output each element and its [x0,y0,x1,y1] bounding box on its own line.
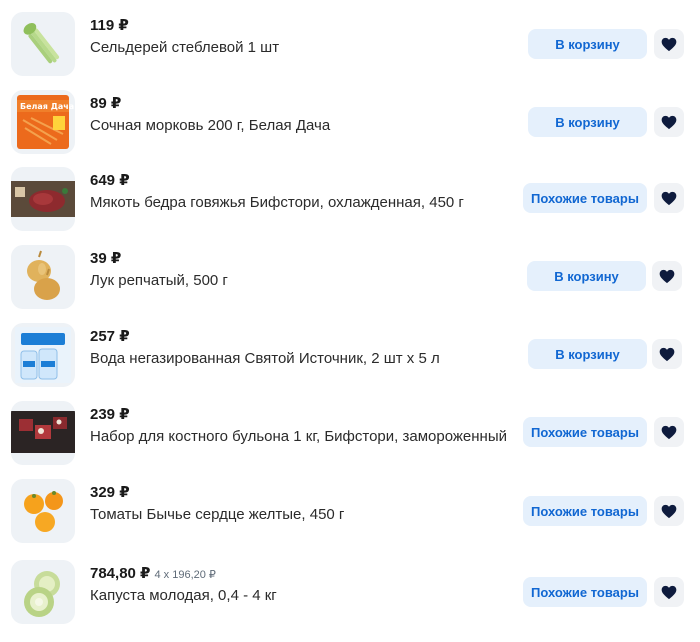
heart-icon [661,504,677,518]
similar-products-button[interactable]: Похожие товары [523,183,647,213]
product-title[interactable]: Сельдерей стеблевой 1 шт [90,39,279,56]
add-to-cart-button[interactable]: В корзину [528,339,647,369]
product-title[interactable]: Сочная морковь 200 г, Белая Дача [90,117,330,134]
product-row: 39 ₽ Лук репчатый, 500 г В корзину [0,245,700,311]
product-image-onion[interactable] [11,245,75,309]
product-price: 257 ₽ [90,328,130,345]
favorite-button[interactable] [654,183,684,213]
unit-price: 4 x 196,20 ₽ [154,569,216,581]
product-row: 239 ₽ Набор для костного бульона 1 кг, Б… [0,401,700,467]
product-row: 649 ₽ Мякоть бедра говяжья Бифстори, охл… [0,167,700,233]
product-title[interactable]: Томаты Бычье сердце желтые, 450 г [90,506,344,523]
heart-icon [661,191,677,205]
product-image-bones[interactable] [11,401,75,465]
add-to-cart-button[interactable]: В корзину [528,29,647,59]
product-row: Белая Дача 89 ₽ Сочная морковь 200 г, Бе… [0,90,700,156]
favorite-button[interactable] [654,496,684,526]
add-to-cart-button[interactable]: В корзину [527,261,646,291]
product-title[interactable]: Мякоть бедра говяжья Бифстори, охлажденн… [90,194,464,211]
product-list: 119 ₽ Сельдерей стеблевой 1 шт В корзину… [0,0,700,642]
product-title[interactable]: Набор для костного бульона 1 кг, Бифстор… [90,428,507,445]
product-image-celery[interactable] [11,12,75,76]
favorite-button[interactable] [654,417,684,447]
product-price: 119 ₽ [90,17,129,34]
heart-icon [659,347,675,361]
product-price: 39 ₽ [90,250,122,267]
heart-icon [659,269,675,283]
product-image-cabbage[interactable] [11,560,75,624]
product-image-yellow-tomatoes[interactable] [11,479,75,543]
product-image-water[interactable] [11,323,75,387]
product-price: 784,80 ₽4 x 196,20 ₽ [90,565,216,582]
heart-icon [661,425,677,439]
similar-products-button[interactable]: Похожие товары [523,417,647,447]
favorite-button[interactable] [652,339,682,369]
product-row: 119 ₽ Сельдерей стеблевой 1 шт В корзину [0,12,700,78]
product-row: 329 ₽ Томаты Бычье сердце желтые, 450 г … [0,479,700,545]
product-row: 257 ₽ Вода негазированная Святой Источни… [0,323,700,389]
favorite-button[interactable] [652,261,682,291]
product-image-carrot-pack[interactable]: Белая Дача [11,90,75,154]
product-row: 784,80 ₽4 x 196,20 ₽ Капуста молодая, 0,… [0,560,700,626]
product-image-beef[interactable] [11,167,75,231]
heart-icon [661,37,677,51]
product-title[interactable]: Капуста молодая, 0,4 - 4 кг [90,587,277,604]
heart-icon [661,585,677,599]
product-price: 239 ₽ [90,406,130,423]
product-price: 649 ₽ [90,172,130,189]
product-price: 329 ₽ [90,484,130,501]
favorite-button[interactable] [654,29,684,59]
heart-icon [661,115,677,129]
favorite-button[interactable] [654,577,684,607]
similar-products-button[interactable]: Похожие товары [523,577,647,607]
favorite-button[interactable] [654,107,684,137]
product-price: 89 ₽ [90,95,122,112]
pack-brand-text: Белая Дача [20,102,74,111]
product-title[interactable]: Вода негазированная Святой Источник, 2 ш… [90,350,440,367]
add-to-cart-button[interactable]: В корзину [528,107,647,137]
product-title[interactable]: Лук репчатый, 500 г [90,272,228,289]
similar-products-button[interactable]: Похожие товары [523,496,647,526]
